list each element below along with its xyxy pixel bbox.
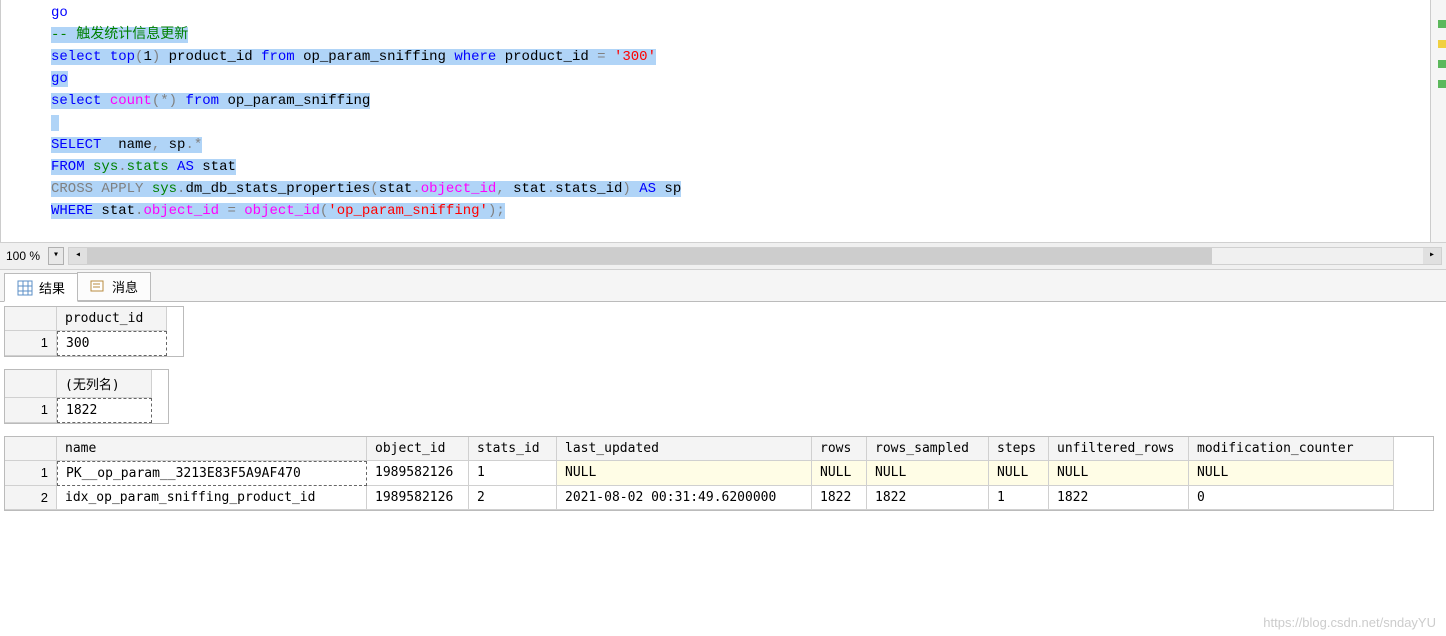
column-header[interactable]: modification_counter [1189, 437, 1394, 461]
column-header[interactable]: object_id [367, 437, 469, 461]
cell[interactable]: NULL [1049, 461, 1189, 486]
cell[interactable]: 1822 [867, 486, 989, 510]
table-row[interactable]: 1 PK__op_param__3213E83F5A9AF470 1989582… [5, 461, 1433, 486]
cell[interactable]: 1 [469, 461, 557, 486]
grid-icon [17, 280, 33, 296]
row-header-blank[interactable] [5, 307, 57, 331]
column-header[interactable]: rows_sampled [867, 437, 989, 461]
cell[interactable]: 2 [469, 486, 557, 510]
table-row[interactable]: 2 idx_op_param_sniffing_product_id 19895… [5, 486, 1433, 510]
column-header[interactable]: steps [989, 437, 1049, 461]
cell[interactable]: 1822 [812, 486, 867, 510]
cell[interactable]: NULL [867, 461, 989, 486]
column-header[interactable]: product_id [57, 307, 167, 331]
cell[interactable]: 1989582126 [367, 486, 469, 510]
cell[interactable]: 2021-08-02 00:31:49.6200000 [557, 486, 812, 510]
row-number[interactable]: 1 [5, 331, 57, 356]
code-line: go [51, 68, 1446, 90]
cell[interactable]: NULL [557, 461, 812, 486]
column-header[interactable]: rows [812, 437, 867, 461]
column-header[interactable]: (无列名) [57, 370, 152, 398]
cell[interactable]: 1822 [1049, 486, 1189, 510]
tab-label: 结果 [39, 278, 65, 297]
zoom-level[interactable]: 100 % [4, 248, 42, 264]
code-line: select top(1) product_id from op_param_s… [51, 46, 1446, 68]
cell[interactable]: NULL [1189, 461, 1394, 486]
table-row[interactable]: 1 1822 [5, 398, 168, 423]
code-line: CROSS APPLY sys.dm_db_stats_properties(s… [51, 178, 1446, 200]
cell[interactable]: NULL [812, 461, 867, 486]
result-grid-3: name object_id stats_id last_updated row… [4, 436, 1434, 511]
code-line: go [51, 2, 1446, 24]
scroll-thumb[interactable] [87, 248, 1212, 264]
results-pane[interactable]: product_id 1 300 (无列名) 1 1822 name objec… [0, 302, 1446, 636]
scroll-right-icon[interactable]: ▸ [1423, 248, 1441, 264]
column-header[interactable]: last_updated [557, 437, 812, 461]
column-header[interactable]: name [57, 437, 367, 461]
message-icon [90, 279, 106, 295]
tab-messages[interactable]: 消息 [77, 272, 151, 301]
result-grid-1: product_id 1 300 [4, 306, 184, 357]
cell[interactable]: PK__op_param__3213E83F5A9AF470 [57, 461, 367, 486]
row-header-blank[interactable] [5, 370, 57, 398]
cell[interactable]: NULL [989, 461, 1049, 486]
change-ruler [1430, 0, 1446, 242]
table-row[interactable]: 1 300 [5, 331, 183, 356]
cell[interactable]: 1 [989, 486, 1049, 510]
scroll-left-icon[interactable]: ◂ [69, 248, 87, 264]
code-line: select count(*) from op_param_sniffing [51, 90, 1446, 112]
cell[interactable]: idx_op_param_sniffing_product_id [57, 486, 367, 510]
code-line: -- 触发统计信息更新 [51, 24, 1446, 46]
results-tabs: 结果 消息 [0, 270, 1446, 302]
cell[interactable]: 1989582126 [367, 461, 469, 486]
column-header[interactable]: unfiltered_rows [1049, 437, 1189, 461]
tab-results[interactable]: 结果 [4, 273, 78, 302]
code-line: SELECT name, sp.* [51, 134, 1446, 156]
row-number[interactable]: 1 [5, 461, 57, 486]
watermark: https://blog.csdn.net/sndayYU [1263, 615, 1436, 630]
row-header-blank[interactable] [5, 437, 57, 461]
cell[interactable]: 300 [57, 331, 167, 356]
horizontal-scrollbar[interactable]: ◂ ▸ [68, 247, 1442, 265]
result-grid-2: (无列名) 1 1822 [4, 369, 169, 424]
cell[interactable]: 0 [1189, 486, 1394, 510]
row-number[interactable]: 2 [5, 486, 57, 510]
sql-editor[interactable]: go -- 触发统计信息更新 select top(1) product_id … [0, 0, 1446, 242]
code-line [51, 112, 1446, 134]
cell[interactable]: 1822 [57, 398, 152, 423]
column-header[interactable]: stats_id [469, 437, 557, 461]
tab-label: 消息 [112, 277, 138, 296]
code-line: WHERE stat.object_id = object_id('op_par… [51, 200, 1446, 222]
editor-footer: 100 % ▾ ◂ ▸ [0, 242, 1446, 270]
zoom-dropdown-icon[interactable]: ▾ [48, 247, 64, 265]
code-line: FROM sys.stats AS stat [51, 156, 1446, 178]
row-number[interactable]: 1 [5, 398, 57, 423]
